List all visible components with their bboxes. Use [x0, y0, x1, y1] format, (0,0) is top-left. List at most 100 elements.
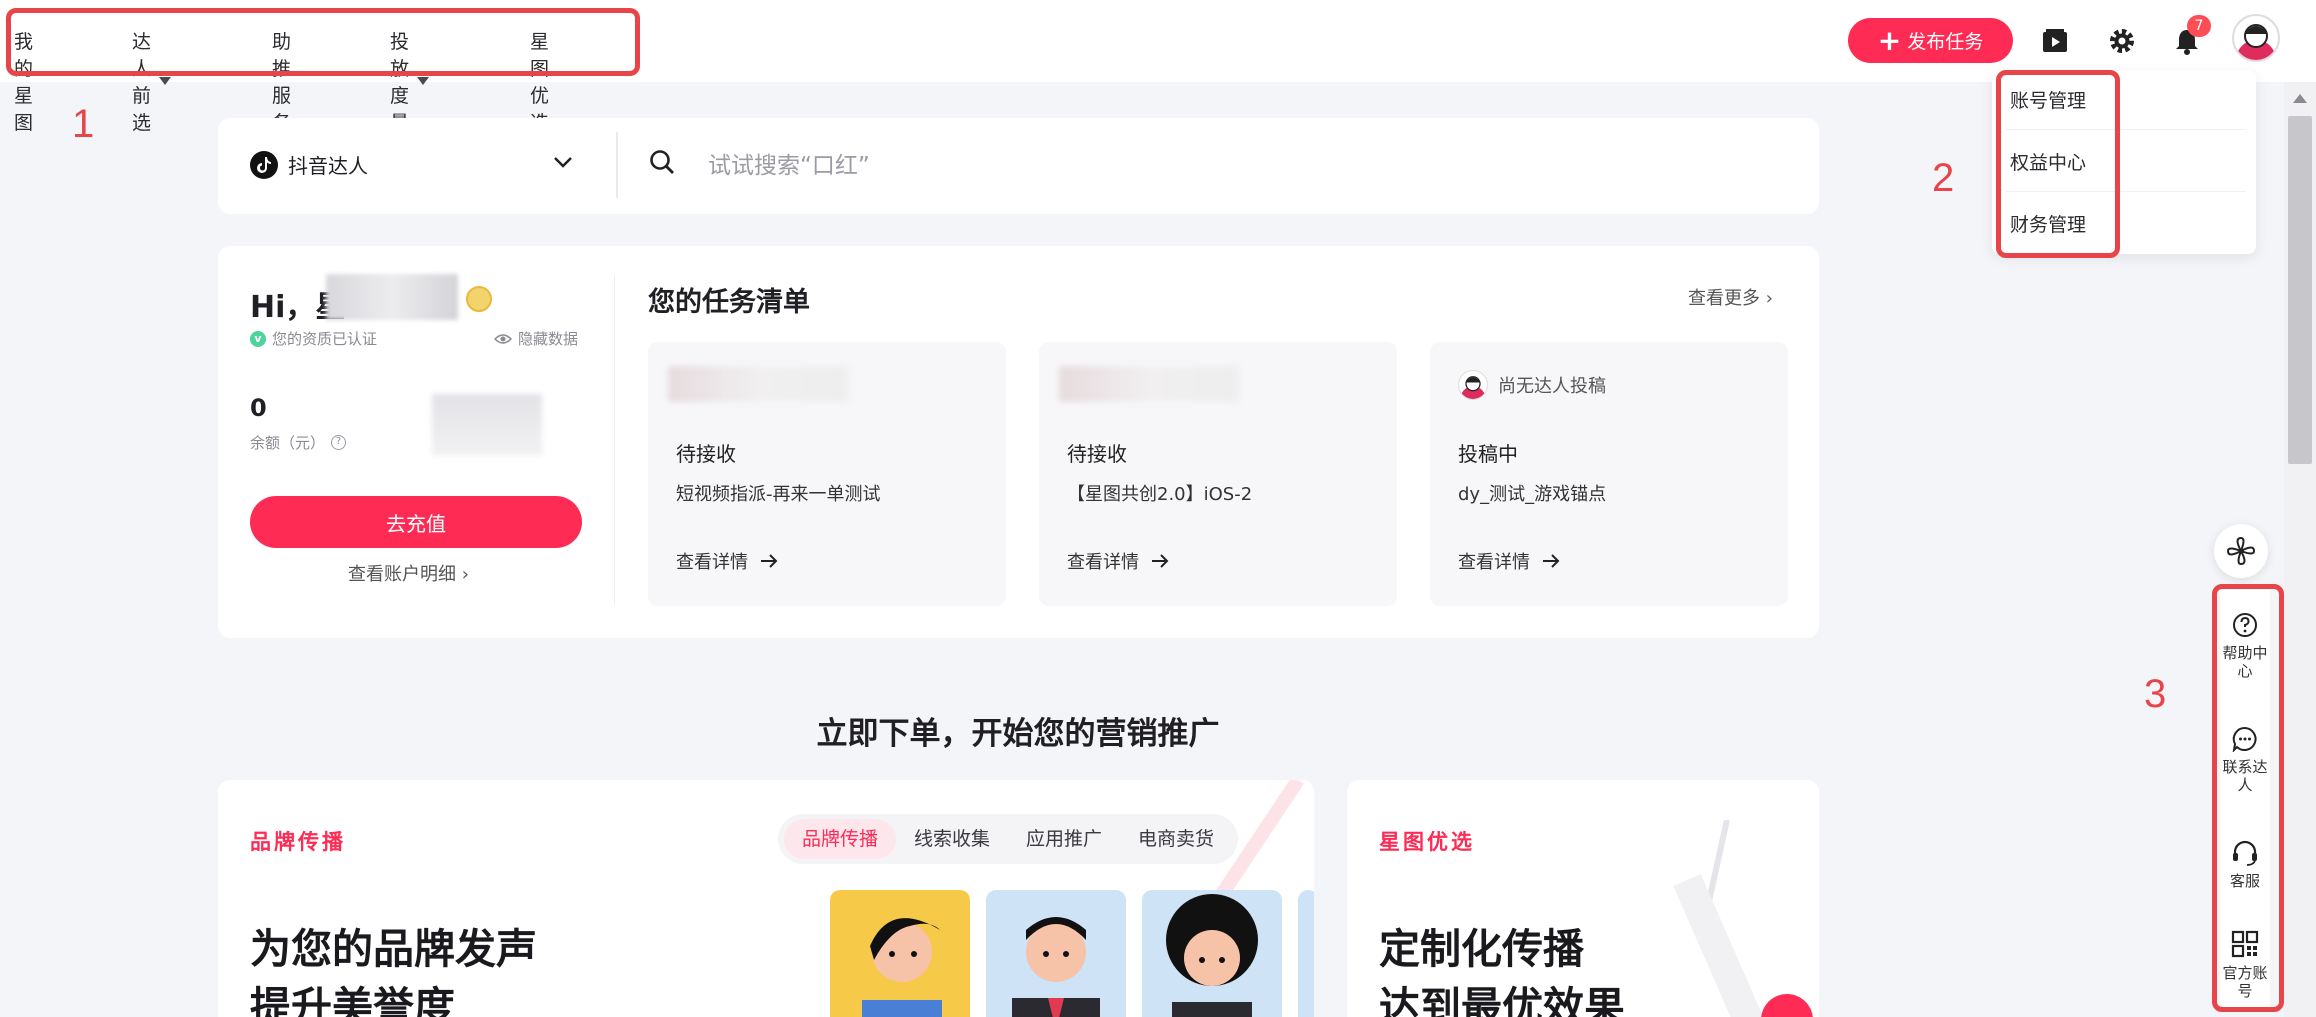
balance-label-text: 余额（元） [250, 434, 326, 452]
help-icon[interactable]: ? [331, 435, 347, 450]
balance-label: 余额（元） ? [250, 432, 347, 453]
blurred-task-header [668, 366, 848, 402]
blurred-username [326, 274, 458, 320]
caret-down-icon [159, 77, 172, 85]
menu-divider [2006, 129, 2246, 130]
tab-brand[interactable]: 品牌传播 [784, 819, 897, 859]
plus-icon: + [1877, 23, 1902, 57]
search-card: 抖音达人 [218, 118, 1819, 214]
promo-heading: 定制化传播 达到最优效果 [1379, 920, 1625, 1017]
publish-task-button[interactable]: + 发布任务 [1848, 18, 2013, 63]
avatar [1458, 370, 1488, 400]
menu-divider [2006, 191, 2246, 192]
task-detail-label: 查看详情 [1458, 552, 1530, 573]
task-card[interactable]: 尚无达人投稿 投稿中 dy_测试_游戏锚点 查看详情 [1430, 342, 1788, 606]
search-icon [648, 148, 676, 180]
chevron-down-icon[interactable] [552, 154, 574, 173]
task-status: 投稿中 [1458, 442, 1518, 466]
promo-heading-line2: 达到最优效果 [1379, 983, 1625, 1017]
decorative-graphic [1673, 820, 1813, 1017]
tab-ecommerce[interactable]: 电商卖货 [1120, 819, 1232, 859]
see-more-link[interactable]: 查看更多 › [1688, 284, 1773, 310]
hide-data-label: 隐藏数据 [518, 330, 579, 348]
promo-tabs: 品牌传播 线索收集 应用推广 电商卖货 [778, 814, 1239, 864]
task-name: dy_测试_游戏锚点 [1458, 484, 1607, 505]
nav-item-my-xingtu[interactable]: 我的星图 [14, 27, 33, 135]
platform-label: 抖音达人 [288, 154, 368, 178]
tiktok-icon [250, 150, 278, 179]
illustration-creator-1 [830, 890, 970, 1017]
notification-badge: 7 [2187, 15, 2211, 37]
search-input[interactable] [708, 144, 1768, 188]
brand-promo-card: 品牌传播 品牌传播 线索收集 应用推广 电商卖货 为您的品牌发声 提升美誉度 [218, 780, 1314, 1017]
vertical-scrollbar[interactable] [2284, 82, 2316, 1017]
hide-data-toggle[interactable]: 隐藏数据 [494, 328, 578, 349]
menu-item-account-management[interactable]: 账号管理 [2010, 86, 2086, 113]
sidebar-item-help-center[interactable]: 帮助中心 [2220, 612, 2270, 680]
gear-icon[interactable] [2103, 22, 2141, 60]
annotation-number-2: 2 [1932, 156, 1955, 200]
promo-label: 星图优选 [1379, 830, 1475, 854]
sidebar-label: 客服 [2229, 872, 2260, 890]
blurred-stat [432, 394, 542, 456]
account-dropdown-menu: 账号管理 权益中心 财务管理 [1992, 70, 2256, 254]
verified-text: 您的资质已认证 [272, 330, 378, 348]
sidebar-label: 联系达人 [2222, 758, 2268, 794]
sidebar-item-customer-service[interactable]: 客服 [2220, 840, 2270, 890]
divider [616, 132, 618, 198]
promo-heading-line1: 为您的品牌发声 [250, 925, 537, 973]
task-name: 短视频指派-再来一单测试 [676, 484, 881, 505]
platform-selector[interactable]: 抖音达人 [250, 150, 368, 179]
task-header-text: 尚无达人投稿 [1498, 376, 1606, 397]
task-detail-link[interactable]: 查看详情 [1458, 548, 1560, 574]
menu-item-finance-management[interactable]: 财务管理 [2010, 210, 2086, 237]
illustration-creator-3 [1142, 890, 1282, 1017]
arrow-right-icon [1152, 554, 1169, 568]
promo-heading-line1: 定制化传播 [1379, 925, 1584, 973]
task-detail-label: 查看详情 [1067, 552, 1139, 573]
task-status: 待接收 [1067, 442, 1127, 466]
sidebar-label: 帮助中心 [2222, 644, 2268, 680]
task-detail-link[interactable]: 查看详情 [1067, 548, 1169, 574]
recharge-button[interactable]: 去充值 [250, 496, 582, 548]
promo-label: 品牌传播 [250, 830, 346, 854]
task-card[interactable]: 待接收 短视频指派-再来一单测试 查看详情 [648, 342, 1006, 606]
account-overview-card: Hi，星 v 您的资质已认证 隐藏数据 0 余额（元） ? 去充值 查看账户明细… [218, 246, 1819, 638]
nav-label: 我的星图 [14, 31, 34, 134]
medal-icon [466, 286, 492, 312]
task-detail-label: 查看详情 [676, 552, 748, 573]
scroll-up-arrow-icon[interactable] [2293, 94, 2307, 103]
caret-down-icon [417, 77, 430, 85]
help-icon [2233, 613, 2257, 637]
task-detail-link[interactable]: 查看详情 [676, 548, 778, 574]
chat-icon [2232, 726, 2257, 752]
scrollbar-thumb[interactable] [2288, 116, 2312, 464]
promo-heading: 为您的品牌发声 提升美誉度 [250, 920, 537, 1017]
sidebar-item-official-account[interactable]: 官方账号 [2220, 930, 2270, 1000]
menu-item-benefits-center[interactable]: 权益中心 [2010, 148, 2086, 175]
qrcode-icon [2231, 930, 2259, 958]
eye-icon [494, 333, 512, 344]
sidebar-item-contact-creator[interactable]: 联系达人 [2220, 726, 2270, 794]
task-card[interactable]: 待接收 【星图共创2.0】iOS-2 查看详情 [1039, 342, 1397, 606]
user-avatar[interactable] [2232, 14, 2280, 62]
headset-icon [2233, 840, 2257, 866]
publish-task-label: 发布任务 [1907, 31, 1984, 53]
verified-icon: v [250, 330, 266, 347]
nav-label: 达人前选 [132, 31, 152, 134]
right-sidebar: 帮助中心 联系达人 客服 官方账号 [2220, 590, 2270, 1010]
illustration-creator-4 [1298, 890, 1314, 1017]
nav-item-creator-select[interactable]: 达人前选 [132, 27, 172, 135]
pinwheel-button[interactable] [2214, 524, 2268, 578]
sidebar-label: 官方账号 [2222, 964, 2268, 1000]
account-detail-link[interactable]: 查看账户明细 › [348, 560, 469, 586]
task-name: 【星图共创2.0】iOS-2 [1067, 484, 1253, 505]
tab-app-promotion[interactable]: 应用推广 [1008, 819, 1120, 859]
divider [614, 276, 615, 604]
illustration-creator-2 [986, 890, 1126, 1017]
video-play-icon[interactable] [2036, 22, 2074, 60]
tab-leads[interactable]: 线索收集 [896, 819, 1008, 859]
task-list-title: 您的任务清单 [648, 287, 810, 318]
annotation-number-3: 3 [2144, 672, 2167, 716]
preferred-promo-card: 星图优选 定制化传播 达到最优效果 [1347, 780, 1819, 1017]
